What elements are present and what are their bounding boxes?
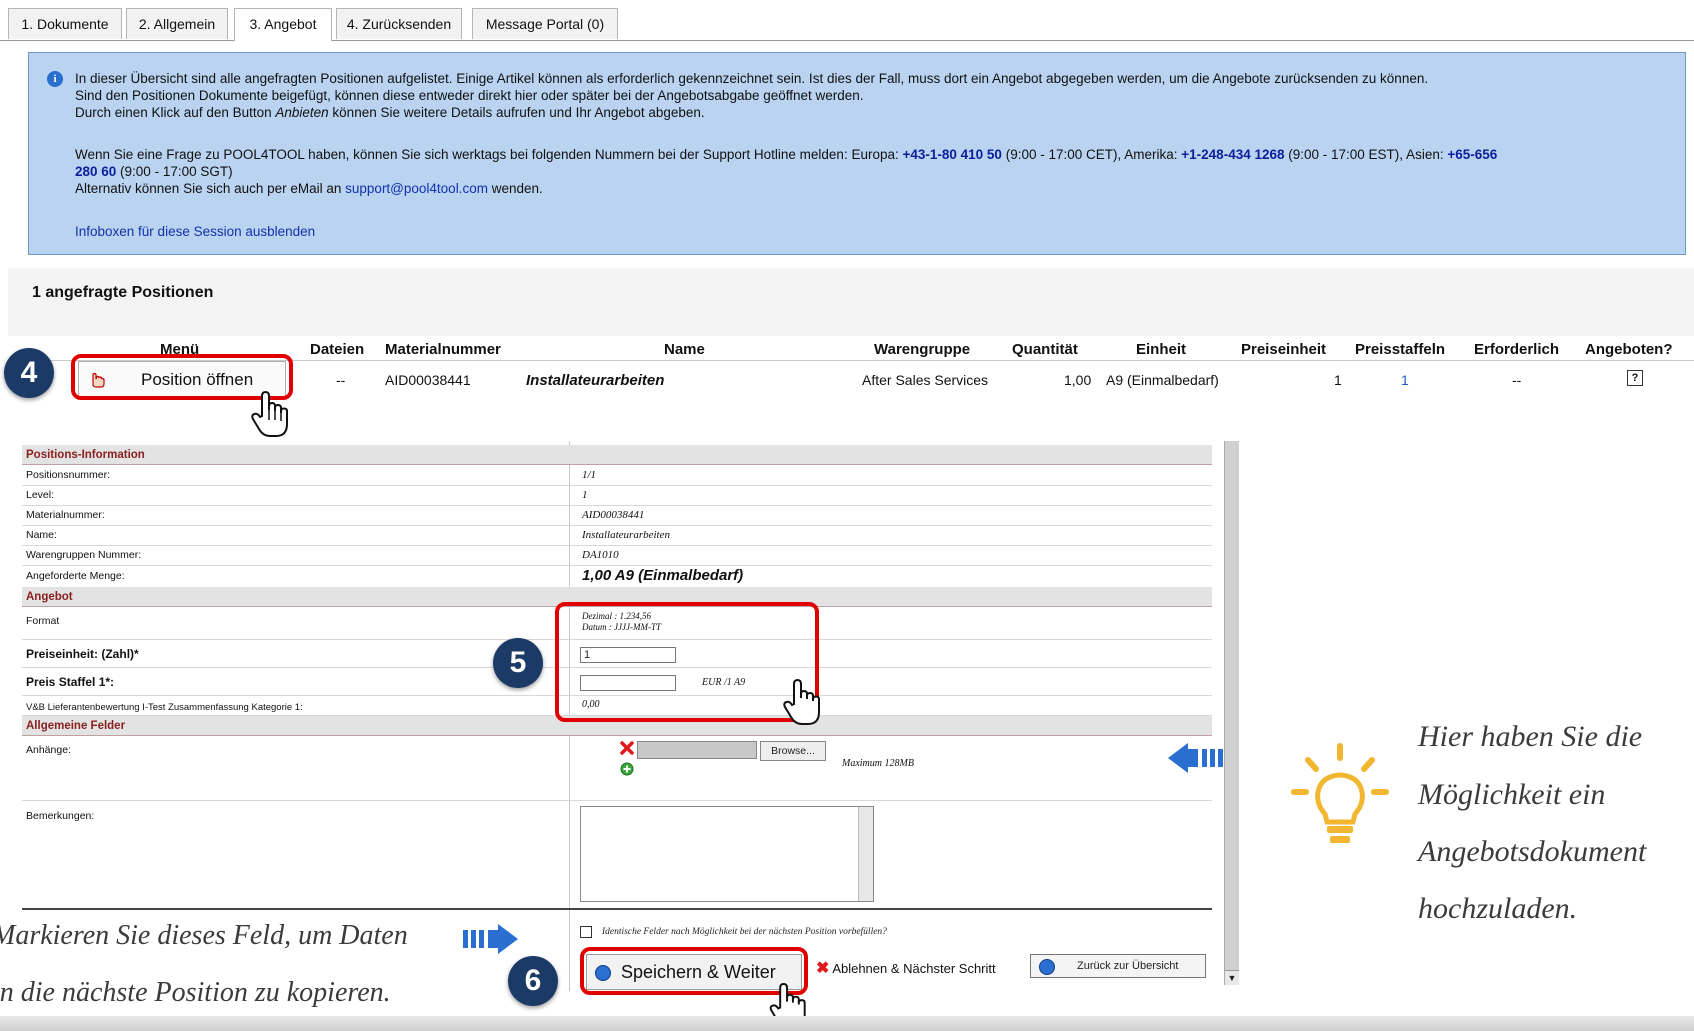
section-positions-information: Positions-Information [22,445,1212,465]
col-qty: Quantität [1012,341,1078,358]
col-name: Name [664,341,705,358]
step-badge-6: 6 [508,956,558,1006]
step-badge-5: 5 [493,638,543,688]
hand-cursor-icon [783,678,820,725]
row-position-number: Positionsnummer: 1/1 [22,465,1212,486]
form-divider [22,908,1212,910]
hand-cursor-icon [251,390,288,437]
cell-name: Installateurarbeiten [526,372,665,389]
remove-attachment-icon[interactable] [620,741,634,755]
col-material: Materialnummer [385,341,501,358]
support-text-2: 280 60 (9:00 - 17:00 SGT) [75,164,233,179]
cell-tiers-link[interactable]: 1 [1401,372,1409,388]
cell-price-unit: 1 [1334,372,1342,388]
tip-line-3: Angebotsdokument [1418,835,1647,868]
lightbulb-icon [1291,743,1389,843]
tab-allgemein[interactable]: 2. Allgemein [126,8,228,39]
add-attachment-icon[interactable] [620,762,634,776]
row-requested-quantity: Angeforderte Menge: 1,00 A9 (Einmalbedarf… [22,565,1212,588]
tab-bar: 1. Dokumente 2. Allgemein 3. Angebot 4. … [0,8,1694,41]
info-text-3: Durch einen Klick auf den Button Anbiete… [75,105,705,120]
info-text-1: In dieser Übersicht sind alle angefragte… [75,71,1429,86]
mail-text: Alternativ können Sie sich auch per eMai… [75,181,543,196]
col-group: Warengruppe [874,341,971,358]
highlight-offer-fields [555,602,819,722]
prefill-label: Identische Felder nach Möglichkeit bei d… [602,927,887,937]
row-group-number: Warengruppen Nummer: DA1010 [22,545,1212,566]
row-attachments: Anhänge: Maximum 128MB [22,736,1212,801]
cell-group: After Sales Services [862,372,989,388]
offered-status-icon: ? [1627,370,1643,386]
cell-unit: A9 (Einmalbedarf) [1106,372,1219,388]
col-files: Dateien [310,341,365,358]
step-badge-4: 4 [4,348,54,398]
cell-material: AID00038441 [385,372,471,388]
note-line-1: Markieren Sie dieses Feld, um Daten [0,920,408,951]
cell-qty: 1,00 [1064,372,1092,388]
support-text: Wenn Sie eine Frage zu POOL4TOOL haben, … [75,147,1498,162]
back-overview-button[interactable]: Zurück zur Übersicht [1030,954,1206,978]
info-text-2: Sind den Positionen Dokumente beigefügt,… [75,88,864,103]
reject-label: Ablehnen & Nächster Schritt [832,961,996,976]
prefill-checkbox[interactable] [580,926,592,938]
positions-section-band [8,268,1694,336]
row-material-number: Materialnummer: AID00038441 [22,505,1212,526]
tab-dokumente[interactable]: 1. Dokumente [8,8,122,39]
note-line-2: in die nächste Position zu kopieren. [0,977,391,1008]
row-name: Name: Installateurarbeiten [22,525,1212,546]
info-box: i In dieser Übersicht sind alle angefrag… [28,52,1686,255]
back-arrow-icon [1039,959,1055,975]
tab-message-portal[interactable]: Message Portal (0) [472,8,618,39]
reject-next-button[interactable]: ✖ Ablehnen & Nächster Schritt [816,958,996,978]
row-level: Level: 1 [22,485,1212,506]
positions-title: 1 angefragte Positionen [32,284,214,301]
tip-line-2: Möglichkeit ein [1418,778,1606,811]
arrow-right-icon [463,924,518,954]
phone-america: +1-248-434 1268 [1181,147,1285,162]
col-offered: Angeboten? [1585,341,1673,358]
panel-scrollbar[interactable]: ▼ [1224,441,1239,985]
col-required: Erforderlich [1474,341,1560,358]
phone-asia: +65-656 [1447,147,1498,162]
arrow-left-icon [1168,743,1223,773]
col-unit: Einheit [1136,341,1187,358]
reject-x-icon: ✖ [816,960,830,977]
col-price-unit: Preiseinheit [1241,341,1327,358]
cell-required: -- [1512,372,1522,388]
col-tiers: Preisstaffeln [1355,341,1446,358]
textarea-scrollbar[interactable] [858,807,873,901]
cell-files: -- [336,372,346,388]
bottom-shadow [0,1016,1694,1031]
hide-infoboxes-link[interactable]: Infoboxen für diese Session ausblenden [75,224,315,239]
tip-line-4: hochzuladen. [1418,892,1578,925]
tab-angebot[interactable]: 3. Angebot [234,8,332,41]
browse-button[interactable]: Browse... [760,741,826,761]
tip-line-1: Hier haben Sie die [1418,720,1643,753]
tab-zuruecksenden[interactable]: 4. Zurücksenden [336,8,462,39]
phone-europe: +43-1-80 410 50 [902,147,1002,162]
remarks-textarea[interactable] [580,806,874,902]
back-label: Zurück zur Übersicht [1077,960,1179,972]
scroll-down-arrow[interactable]: ▼ [1225,970,1239,985]
info-icon: i [47,71,63,87]
attachment-file-input[interactable] [637,741,757,759]
support-email-link[interactable]: support@pool4tool.com [345,181,488,196]
